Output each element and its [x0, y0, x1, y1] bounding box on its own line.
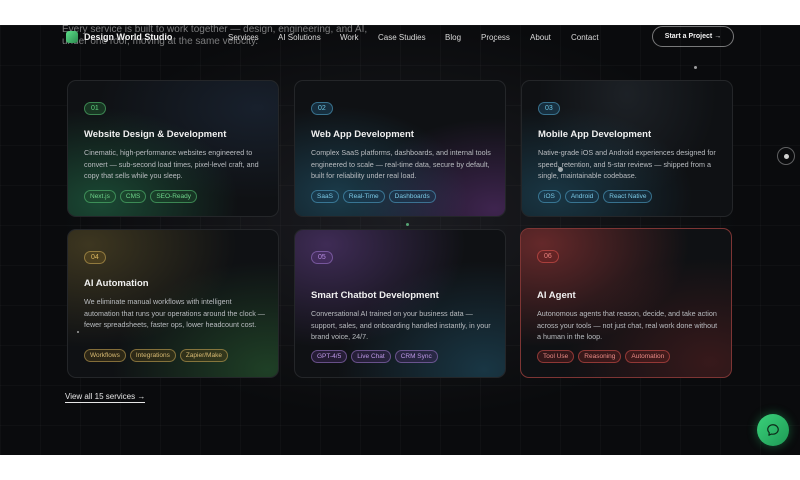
nav-link-case-studies[interactable]: Case Studies	[378, 33, 426, 42]
card-title: Web App Development	[311, 129, 414, 140]
tag: CMS	[119, 190, 147, 203]
card-tags: Tool Use Reasoning Automation	[537, 350, 671, 363]
tag: Next.js	[84, 190, 116, 203]
card-tags: iOS Android React Native	[538, 190, 653, 203]
tag: Integrations	[129, 349, 176, 362]
tag: Zapier/Make	[179, 349, 228, 362]
nav-link-process[interactable]: Process	[481, 33, 510, 42]
nav-link-services[interactable]: Services	[228, 33, 259, 42]
tag: Reasoning	[578, 350, 622, 363]
view-all-services-link[interactable]: View all 15 services →	[65, 392, 146, 403]
card-number: 02	[311, 102, 333, 115]
logo-icon	[66, 31, 78, 43]
page: Every service is built to work together …	[0, 0, 800, 480]
service-card-ai-agent[interactable]: 06 AI Agent Autonomous agents that reaso…	[520, 228, 732, 378]
top-margin	[0, 0, 800, 25]
top-nav: Design World Studio Services AI Solution…	[0, 25, 800, 51]
sparkle	[406, 223, 409, 226]
service-card-website[interactable]: 01 Website Design & Development Cinemati…	[67, 80, 279, 217]
tag: CRM Sync	[394, 350, 438, 363]
nav-link-ai-solutions[interactable]: AI Solutions	[278, 33, 321, 42]
card-tags: Next.js CMS SEO-Ready	[84, 190, 198, 203]
nav-link-about[interactable]: About	[530, 33, 551, 42]
service-card-chatbot[interactable]: 05 Smart Chatbot Development Conversatio…	[294, 229, 506, 378]
tag: Workflows	[84, 349, 126, 362]
card-description: Complex SaaS platforms, dashboards, and …	[311, 148, 491, 180]
card-number: 01	[84, 102, 106, 115]
card-tags: Workflows Integrations Zapier/Make	[84, 349, 228, 362]
chat-bubble-icon	[767, 424, 779, 436]
service-card-mobile-app[interactable]: 03 Mobile App Development Native-grade i…	[521, 80, 733, 217]
card-description: We eliminate manual workflows with intel…	[84, 297, 265, 329]
tag: Live Chat	[351, 350, 391, 363]
card-title: Smart Chatbot Development	[311, 290, 439, 301]
card-description: Native-grade iOS and Android experiences…	[538, 148, 716, 180]
section-indicator-dot[interactable]	[777, 147, 795, 165]
card-title: Website Design & Development	[84, 129, 227, 140]
sparkle	[558, 167, 563, 172]
card-title: AI Automation	[84, 278, 149, 289]
card-number: 06	[537, 250, 559, 263]
tag: GPT-4/5	[311, 350, 348, 363]
card-number: 03	[538, 102, 560, 115]
tag: Tool Use	[537, 350, 575, 363]
tag: SEO-Ready	[150, 190, 198, 203]
card-description: Autonomous agents that reason, decide, a…	[537, 309, 718, 341]
bottom-margin	[0, 455, 800, 480]
chat-button[interactable]	[757, 414, 789, 446]
logo[interactable]: Design World Studio	[66, 31, 172, 43]
sparkle	[493, 40, 495, 42]
nav-link-work[interactable]: Work	[340, 33, 359, 42]
card-number: 04	[84, 251, 106, 264]
tag: Automation	[625, 350, 671, 363]
service-card-ai-automation[interactable]: 04 AI Automation We eliminate manual wor…	[67, 229, 279, 378]
start-project-button[interactable]: Start a Project →	[652, 26, 734, 47]
card-tags: SaaS Real-Time Dashboards	[311, 190, 436, 203]
sparkle	[77, 331, 79, 333]
nav-link-blog[interactable]: Blog	[445, 33, 461, 42]
card-description: Cinematic, high-performance websites eng…	[84, 148, 259, 180]
logo-text: Design World Studio	[84, 32, 173, 42]
nav-link-contact[interactable]: Contact	[571, 33, 599, 42]
tag: iOS	[538, 190, 561, 203]
tag: React Native	[603, 190, 653, 203]
indicator-dot-icon	[783, 153, 789, 159]
tag: Dashboards	[388, 190, 436, 203]
sparkle	[694, 66, 697, 69]
card-number: 05	[311, 251, 333, 264]
tag: SaaS	[311, 190, 339, 203]
tag: Android	[564, 190, 600, 203]
card-title: AI Agent	[537, 290, 576, 301]
card-title: Mobile App Development	[538, 129, 652, 140]
tag: Real-Time	[342, 190, 385, 203]
card-description: Conversational AI trained on your busine…	[311, 309, 491, 341]
service-card-web-app[interactable]: 02 Web App Development Complex SaaS plat…	[294, 80, 506, 217]
card-tags: GPT-4/5 Live Chat CRM Sync	[311, 350, 438, 363]
